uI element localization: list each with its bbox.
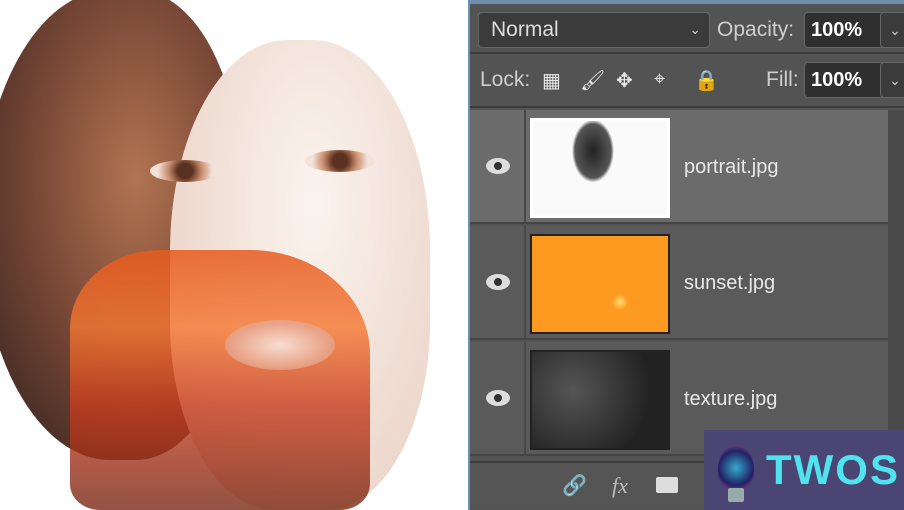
visibility-eye-icon[interactable] <box>486 274 510 290</box>
fill-dropdown-button[interactable]: ⌄ <box>880 62 904 98</box>
chevron-down-icon: ⌄ <box>689 21 701 37</box>
sunset-overlay <box>70 250 370 510</box>
opacity-input[interactable]: 100% <box>804 12 886 48</box>
blend-mode-value: Normal <box>491 18 559 41</box>
chevron-down-icon: ⌄ <box>889 22 901 38</box>
visibility-eye-icon[interactable] <box>486 158 510 174</box>
opacity-label: Opacity: <box>717 18 795 41</box>
lock-label: Lock: <box>480 68 531 91</box>
layer-row-portrait[interactable]: portrait.jpg <box>470 110 888 224</box>
lock-all-icon[interactable]: 🔒 <box>694 68 719 93</box>
watermark-text: TWOS <box>766 446 900 493</box>
link-layers-icon[interactable]: 🔗 <box>562 473 587 498</box>
right-eye <box>305 150 375 172</box>
lightbulb-icon <box>718 446 754 490</box>
layer-row-sunset[interactable]: sunset.jpg <box>470 226 888 340</box>
layer-name: texture.jpg <box>684 388 778 410</box>
lock-position-move-icon[interactable]: ✥ <box>616 68 633 93</box>
twos-watermark-logo: TWOS <box>704 430 904 510</box>
canvas-image <box>0 0 468 510</box>
layer-name: sunset.jpg <box>684 272 776 294</box>
layer-thumbnail <box>530 350 670 450</box>
opacity-dropdown-button[interactable]: ⌄ <box>880 12 904 48</box>
layer-effects-fx-icon[interactable]: fx <box>612 473 628 499</box>
layer-thumbnail <box>530 234 670 334</box>
lock-transparent-pixels-icon[interactable]: ▦ <box>542 68 561 93</box>
layer-name: portrait.jpg <box>684 156 779 178</box>
lock-image-pixels-brush-icon[interactable]: 🖌 <box>580 68 605 93</box>
visibility-eye-icon[interactable] <box>486 390 510 406</box>
lips <box>225 320 335 370</box>
scrollbar[interactable] <box>888 110 904 460</box>
blend-mode-select[interactable]: Normal ⌄ <box>478 12 710 48</box>
lock-artboard-crop-icon[interactable]: ⌖ <box>654 68 665 91</box>
add-mask-icon[interactable] <box>656 477 678 493</box>
fill-input[interactable]: 100% <box>804 62 886 98</box>
left-eye <box>150 160 220 182</box>
layer-thumbnail <box>530 118 670 218</box>
fill-label: Fill: <box>766 68 799 91</box>
chevron-down-icon: ⌄ <box>889 72 901 88</box>
lightbulb-base <box>728 488 744 502</box>
